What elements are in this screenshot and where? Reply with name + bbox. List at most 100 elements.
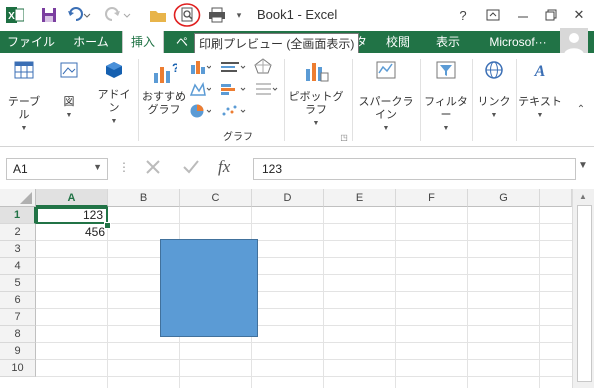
cell-a1[interactable]: 123 <box>36 207 108 224</box>
text-button[interactable]: A テキスト ▼ <box>518 59 562 122</box>
bar-chart-icon <box>221 84 246 95</box>
pivot-chart-button[interactable]: ピボットグラフ ▼ <box>284 57 348 130</box>
column-chart-button[interactable] <box>188 59 212 79</box>
ribbon-separator <box>352 59 353 141</box>
sparkline-dropdown-icon: ▼ <box>382 125 390 132</box>
scatter-chart-button[interactable] <box>218 103 248 123</box>
row-header-4[interactable]: 4 <box>0 258 36 275</box>
formula-input[interactable]: 123 <box>253 158 576 180</box>
column-header-f[interactable]: F <box>396 189 468 207</box>
tab-insert[interactable]: 挿入 <box>122 31 164 53</box>
row-header-6[interactable]: 6 <box>0 292 36 309</box>
radar-chart-icon <box>254 58 272 74</box>
tab-file[interactable]: ファイル <box>2 31 60 53</box>
row-header-5[interactable]: 5 <box>0 275 36 292</box>
recommended-label-2: グラフ <box>147 104 181 116</box>
undo-icon[interactable] <box>66 4 92 26</box>
column-header-b[interactable]: B <box>108 189 180 207</box>
area-chart-icon <box>189 81 212 96</box>
rectangle-shape[interactable] <box>160 239 258 337</box>
illustrations-button[interactable]: 図 ▼ <box>52 59 86 122</box>
illustrations-icon <box>60 62 78 78</box>
scroll-up-icon[interactable]: ▲ <box>579 192 587 201</box>
tab-page-layout[interactable]: ペ <box>172 31 192 53</box>
tab-view[interactable]: 表示 <box>430 31 466 53</box>
column-header-g[interactable]: G <box>468 189 540 207</box>
column-header-d[interactable]: D <box>252 189 324 207</box>
pie-chart-icon <box>190 104 212 118</box>
row-header-7[interactable]: 7 <box>0 309 36 326</box>
row-header-1[interactable]: 1 <box>0 207 36 224</box>
enter-icon[interactable] <box>180 156 204 180</box>
row-header-10[interactable]: 10 <box>0 360 36 377</box>
row-header-9[interactable]: 9 <box>0 343 36 360</box>
ribbon-display-icon[interactable] <box>482 5 504 25</box>
table-label: テーブル <box>7 96 41 121</box>
expand-formula-bar-icon[interactable]: ▼ <box>578 160 588 171</box>
sparkline-label: スパークライン <box>358 96 414 121</box>
radar-chart-button[interactable] <box>252 57 280 79</box>
ribbon: テーブル ▼ 図 ▼ アドイ ン ▼ ? おすすめ グラフ グラフ ◳ <box>0 53 594 147</box>
vertical-scrollbar[interactable]: ▲ <box>572 189 594 388</box>
svg-text:?: ? <box>172 61 177 75</box>
link-button[interactable]: リンク ▼ <box>474 59 514 122</box>
line-chart-button[interactable] <box>218 59 248 79</box>
table-icon <box>14 61 34 79</box>
row-header-2[interactable]: 2 <box>0 224 36 241</box>
help-icon[interactable]: ? <box>452 5 474 25</box>
addins-button[interactable]: アドイ ン ▼ <box>96 59 132 128</box>
name-box-dropdown-icon[interactable]: ▼ <box>93 162 102 172</box>
cancel-icon[interactable] <box>142 156 166 180</box>
pie-chart-area-button[interactable] <box>252 81 280 101</box>
charts-dialog-launcher-icon[interactable]: ◳ <box>338 131 350 144</box>
column-header-a[interactable]: A <box>36 189 108 207</box>
window-title: Book1 - Excel <box>257 7 338 22</box>
name-box[interactable]: A1 ▼ <box>6 158 108 180</box>
printer-icon[interactable] <box>206 4 228 26</box>
filter-button[interactable]: フィルター ▼ <box>422 59 470 135</box>
recommended-charts-button[interactable]: ? おすすめ グラフ <box>142 59 186 117</box>
pivot-chart-label: ピボットグラフ <box>288 91 344 116</box>
tab-microsoft[interactable]: Microsof··· <box>478 31 558 53</box>
redo-icon[interactable] <box>104 4 132 26</box>
select-all-corner[interactable] <box>0 189 36 207</box>
store-icon <box>106 62 122 78</box>
row-header-3[interactable]: 3 <box>0 241 36 258</box>
close-icon[interactable]: ✕ <box>568 5 590 25</box>
minimize-icon[interactable] <box>512 5 534 25</box>
filter-dropdown-icon: ▼ <box>442 125 450 132</box>
save-icon[interactable] <box>38 4 60 26</box>
bar-chart-button[interactable] <box>218 81 248 101</box>
column-header-blank <box>540 189 572 207</box>
cell-a2[interactable]: 456 <box>36 224 108 241</box>
print-preview-icon[interactable] <box>173 3 201 27</box>
title-bar: X ▾ Book1 - Excel ? ✕ <box>0 0 594 31</box>
illustrations-dropdown-icon: ▼ <box>65 112 73 119</box>
filter-label: フィルター <box>424 96 468 121</box>
user-avatar[interactable] <box>560 28 588 55</box>
pie-chart-button[interactable] <box>188 103 212 123</box>
scrollbar-thumb[interactable] <box>577 205 592 382</box>
link-icon <box>485 61 503 79</box>
ribbon-separator <box>138 59 139 141</box>
open-folder-icon[interactable] <box>148 4 168 26</box>
worksheet-grid: A B C D E F G 1 2 3 4 5 6 7 8 9 10 123 4… <box>0 189 594 388</box>
column-header-c[interactable]: C <box>180 189 252 207</box>
customize-qat-icon[interactable]: ▾ <box>232 4 246 26</box>
table-button[interactable]: テーブル ▼ <box>4 59 44 135</box>
row-header-8[interactable]: 8 <box>0 326 36 343</box>
cell-gridlines <box>36 207 572 388</box>
tab-review[interactable]: 校閲 <box>380 31 416 53</box>
collapse-ribbon-icon[interactable]: ⌃ <box>572 103 590 116</box>
column-header-e[interactable]: E <box>324 189 396 207</box>
restore-icon[interactable] <box>540 5 562 25</box>
area-chart-button[interactable] <box>188 81 212 101</box>
insert-function-icon[interactable]: fx <box>218 157 230 177</box>
excel-icon[interactable]: X <box>6 4 24 26</box>
svg-text:X: X <box>8 11 15 22</box>
tab-home[interactable]: ホーム <box>66 31 116 53</box>
column-chart-icon <box>191 61 212 74</box>
text-dropdown-icon: ▼ <box>536 112 544 119</box>
ribbon-separator <box>420 59 421 141</box>
sparklines-button[interactable]: スパークライン ▼ <box>354 59 418 135</box>
